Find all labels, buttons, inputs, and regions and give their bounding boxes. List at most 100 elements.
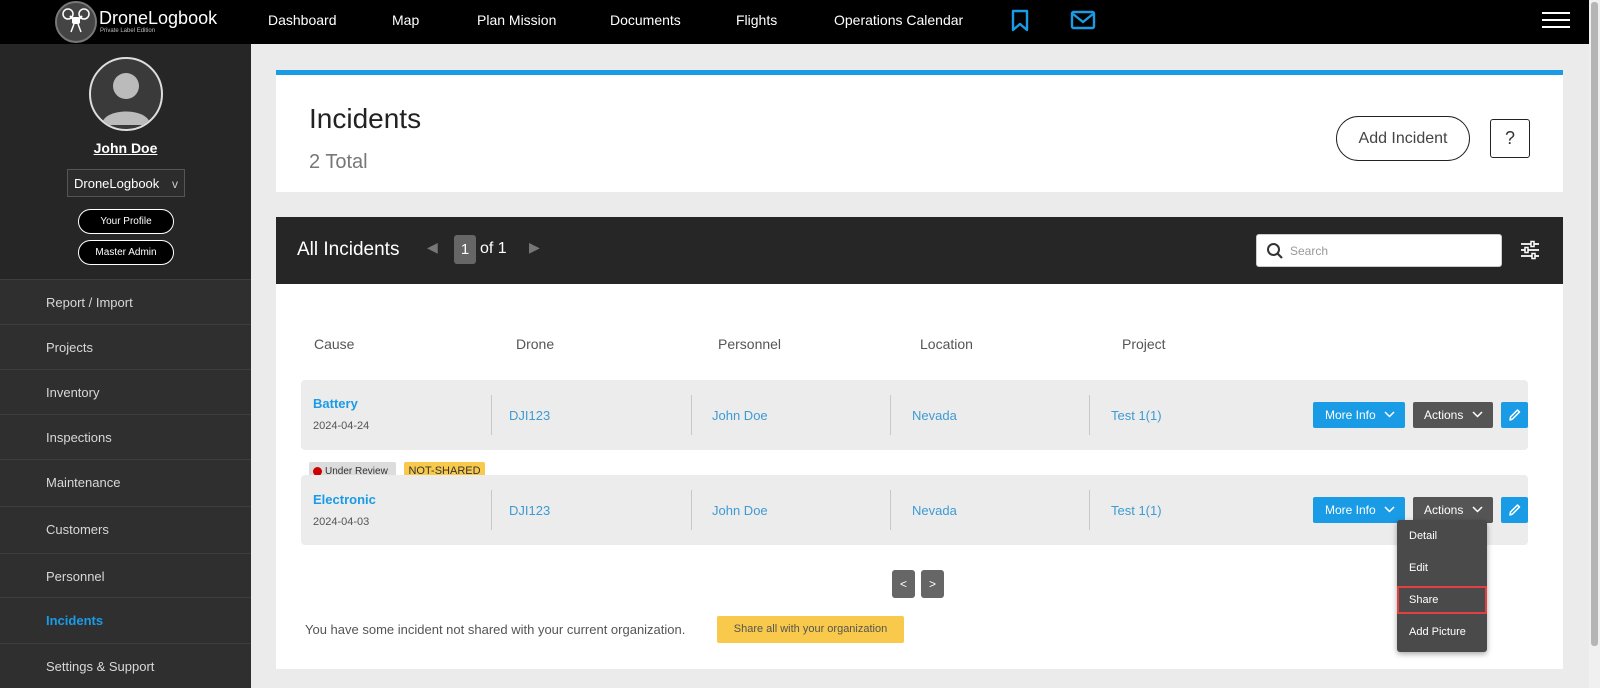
incident-drone-link[interactable]: DJI123	[509, 503, 550, 518]
incident-personnel-link[interactable]: John Doe	[712, 503, 768, 518]
menu-item-share[interactable]: Share	[1397, 586, 1487, 614]
sidebar-item-inspections[interactable]: Inspections	[0, 414, 251, 460]
nav-plan-mission[interactable]: Plan Mission	[477, 12, 556, 28]
cell-divider	[890, 395, 891, 435]
menu-item-detail[interactable]: Detail	[1397, 522, 1487, 550]
organization-value: DroneLogbook	[74, 176, 160, 191]
sidebar-item-incidents[interactable]: Incidents	[0, 597, 251, 643]
edit-button[interactable]	[1501, 497, 1528, 523]
chevron-down-icon	[1472, 411, 1483, 418]
current-page-number[interactable]: 1	[454, 235, 476, 264]
cell-divider	[691, 395, 692, 435]
avatar[interactable]	[89, 57, 163, 131]
sidebar-item-settings-support[interactable]: Settings & Support	[0, 643, 251, 688]
brand-name: DroneLogbook	[99, 7, 218, 28]
sidebar-item-personnel[interactable]: Personnel	[0, 553, 251, 599]
sidebar-item-projects[interactable]: Projects	[0, 324, 251, 370]
menu-item-add-picture[interactable]: Add Picture	[1397, 618, 1487, 646]
prev-page-icon[interactable]: ◀	[427, 239, 438, 256]
chevron-down-icon	[1472, 506, 1483, 513]
incident-location-link[interactable]: Nevada	[912, 408, 957, 423]
cell-divider	[1089, 395, 1090, 435]
more-info-button[interactable]: More Info	[1313, 402, 1405, 428]
incident-cause-link[interactable]: Electronic	[313, 492, 376, 507]
cell-divider	[491, 490, 492, 530]
prev-page-button[interactable]: <	[892, 570, 915, 598]
actions-label: Actions	[1424, 503, 1464, 517]
menu-item-edit[interactable]: Edit	[1397, 554, 1487, 582]
incident-location-link[interactable]: Nevada	[912, 503, 957, 518]
panel-title: All Incidents	[297, 239, 400, 260]
your-profile-button[interactable]: Your Profile	[78, 209, 174, 234]
incident-date: 2024-04-03	[313, 516, 370, 528]
sidebar: John Doe DroneLogbook v Your Profile Mas…	[0, 44, 251, 688]
brand-subtitle: Private Label Edition	[100, 28, 156, 34]
chevron-down-icon	[1384, 506, 1395, 513]
incident-drone-link[interactable]: DJI123	[509, 408, 550, 423]
cell-divider	[1089, 490, 1090, 530]
cell-divider	[691, 490, 692, 530]
chevron-down-icon: v	[172, 177, 178, 191]
column-header-cause: Cause	[314, 336, 355, 352]
top-navbar: DroneLogbook Private Label Edition Dashb…	[0, 0, 1600, 44]
table-row: Electronic 2024-04-03 DJI123 John Doe Ne…	[301, 475, 1528, 545]
nav-map[interactable]: Map	[392, 12, 419, 28]
page-header-card: Incidents 2 Total Add Incident ?	[276, 70, 1563, 192]
pencil-icon	[1509, 504, 1521, 516]
add-incident-button[interactable]: Add Incident	[1336, 116, 1470, 161]
hamburger-menu-icon[interactable]	[1542, 12, 1570, 30]
cell-divider	[491, 395, 492, 435]
search-icon	[1266, 242, 1284, 265]
sidebar-item-customers[interactable]: Customers	[0, 506, 251, 552]
mail-icon[interactable]	[1070, 9, 1096, 36]
brand-logo[interactable]: DroneLogbook	[55, 1, 217, 43]
page-scrollbar[interactable]	[1589, 0, 1600, 688]
next-page-button[interactable]: >	[921, 570, 944, 598]
incident-personnel-link[interactable]: John Doe	[712, 408, 768, 423]
nav-documents[interactable]: Documents	[610, 12, 681, 28]
incidents-panel: All Incidents ◀ 1 of 1 ▶ Cause Drone Per…	[276, 217, 1563, 669]
help-button[interactable]: ?	[1490, 119, 1530, 158]
page-count-label: of 1	[480, 240, 507, 257]
sidebar-item-report-import[interactable]: Report / Import	[0, 279, 251, 325]
user-name-link[interactable]: John Doe	[0, 140, 251, 156]
profile-section: John Doe DroneLogbook v Your Profile Mas…	[0, 44, 251, 279]
incident-date: 2024-04-24	[313, 420, 370, 432]
nav-operations-calendar[interactable]: Operations Calendar	[834, 12, 963, 28]
nav-dashboard[interactable]: Dashboard	[268, 12, 337, 28]
column-header-drone: Drone	[516, 336, 555, 352]
incident-project-link[interactable]: Test 1(1)	[1111, 408, 1162, 423]
not-shared-notice: You have some incident not shared with y…	[305, 622, 686, 637]
next-page-icon[interactable]: ▶	[529, 239, 540, 256]
share-all-button[interactable]: Share all with your organization	[717, 616, 904, 643]
actions-label: Actions	[1424, 408, 1464, 422]
pencil-icon	[1509, 409, 1521, 421]
bookmark-icon[interactable]	[1010, 9, 1030, 38]
incident-total-count: 2 Total	[309, 151, 368, 173]
filter-sliders-icon[interactable]	[1520, 240, 1540, 265]
edit-button[interactable]	[1501, 402, 1528, 428]
more-info-button[interactable]: More Info	[1313, 497, 1405, 523]
incident-cause-link[interactable]: Battery	[313, 396, 358, 411]
master-admin-button[interactable]: Master Admin	[78, 240, 174, 265]
more-info-label: More Info	[1325, 503, 1376, 517]
search-box[interactable]	[1256, 234, 1502, 267]
actions-dropdown-menu: Detail Edit Share Add Picture	[1397, 520, 1487, 652]
scrollbar-thumb[interactable]	[1591, 2, 1598, 646]
nav-flights[interactable]: Flights	[736, 12, 777, 28]
actions-button[interactable]: Actions	[1413, 402, 1493, 428]
table-row: Battery 2024-04-24 DJI123 John Doe Nevad…	[301, 380, 1528, 450]
column-header-personnel: Personnel	[718, 336, 782, 352]
search-input[interactable]	[1290, 241, 1490, 261]
incident-project-link[interactable]: Test 1(1)	[1111, 503, 1162, 518]
cell-divider	[890, 490, 891, 530]
sidebar-item-maintenance[interactable]: Maintenance	[0, 459, 251, 505]
chevron-down-icon	[1384, 411, 1395, 418]
organization-select[interactable]: DroneLogbook v	[67, 169, 185, 197]
page-title: Incidents	[309, 103, 422, 134]
sidebar-item-inventory[interactable]: Inventory	[0, 369, 251, 415]
more-info-label: More Info	[1325, 408, 1376, 422]
column-header-location: Location	[920, 336, 973, 352]
drone-logo-icon	[55, 1, 97, 43]
panel-header: All Incidents ◀ 1 of 1 ▶	[276, 217, 1563, 284]
